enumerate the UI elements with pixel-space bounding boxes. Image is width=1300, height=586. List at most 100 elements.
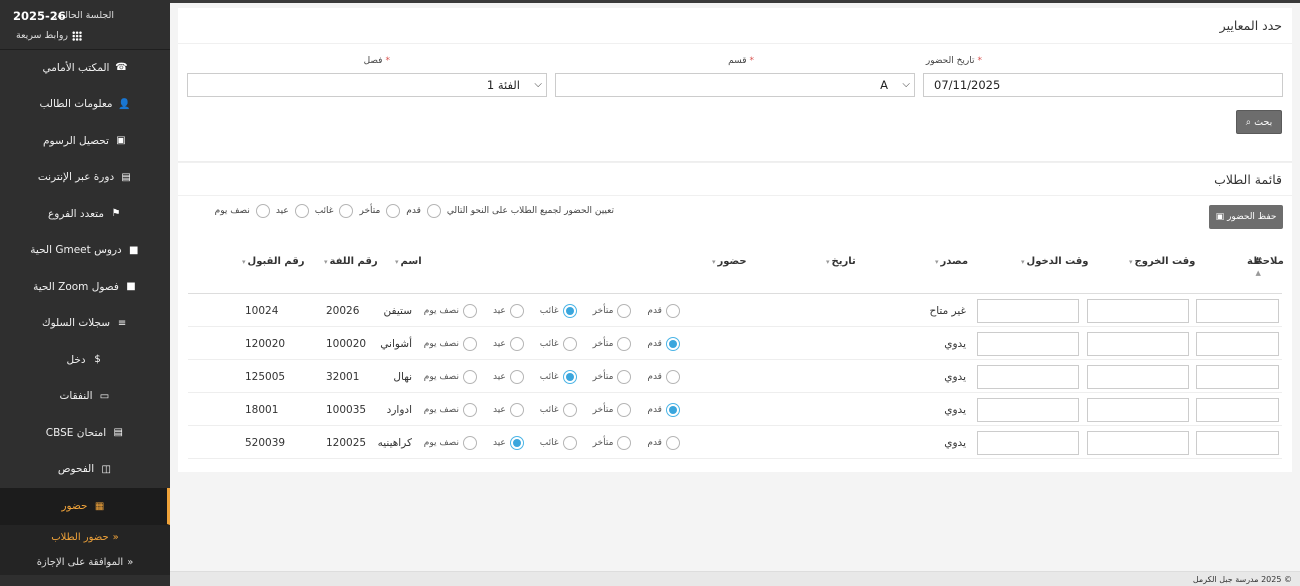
radio-present[interactable]: [666, 402, 680, 417]
option-label: عيد: [275, 206, 289, 216]
radio-late[interactable]: [617, 402, 632, 417]
date-value: 07/11/2025: [934, 78, 1001, 92]
radio-half-day[interactable]: [462, 303, 477, 318]
bulk-radio-absent[interactable]: [339, 204, 354, 218]
sidebar-item[interactable]: $ دخل: [0, 342, 170, 379]
session-year[interactable]: 2025-26: [13, 9, 66, 23]
sidebar-item[interactable]: ▤ امتحان CBSE: [0, 415, 170, 452]
header-roll[interactable]: رقم اللفة ▾: [324, 256, 378, 267]
bulk-label: تعيين الحضور لجميع الطلاب على النحو التا…: [446, 206, 614, 216]
student-name: كراهينيه: [377, 436, 412, 449]
sidebar-item[interactable]: 👤 معلومات الطالب: [0, 87, 170, 124]
note-input[interactable]: [1196, 299, 1279, 323]
header-attendance[interactable]: حضور ▾: [712, 256, 747, 267]
option-label: قدم: [406, 206, 421, 216]
sidebar-item[interactable]: ■ فصول Zoom الحية: [0, 269, 170, 306]
bulk-radio-holiday[interactable]: [294, 204, 309, 218]
sidebar-item[interactable]: ⚑ متعدد الفروع: [0, 196, 170, 233]
radio-half-day[interactable]: [462, 369, 477, 384]
sidebar: الجلسة الحالية: 2025-26 روابط سريعة ☎ الم…: [0, 0, 170, 586]
sitemap-icon: ⚑: [111, 208, 121, 220]
sort-icon: ▾: [242, 257, 246, 266]
header-exit-time[interactable]: وقت الخروج ▾: [1129, 256, 1195, 267]
radio-absent[interactable]: [562, 369, 577, 384]
radio-late[interactable]: [617, 303, 632, 318]
radio-absent[interactable]: [562, 336, 577, 351]
note-input[interactable]: [1196, 365, 1279, 389]
table-body: 11002420026ستيفنقدممتأخرغائبعيدنصف يومغي…: [188, 294, 1282, 459]
sidebar-item[interactable]: ◫ الفحوص: [0, 452, 170, 489]
header-entry-time[interactable]: وقت الدخول ▾: [1021, 256, 1088, 267]
submenu-item-label: حضور الطلاب: [51, 532, 109, 543]
exit-time-input[interactable]: [1087, 299, 1189, 323]
section-select[interactable]: ⌵ A: [555, 73, 915, 97]
radio-present[interactable]: [666, 369, 680, 384]
exit-time-input[interactable]: [1087, 398, 1189, 422]
radio-holiday[interactable]: [509, 336, 524, 351]
search-button[interactable]: بحث ⌕: [1236, 110, 1282, 134]
entry-time-input[interactable]: [977, 299, 1079, 323]
radio-late[interactable]: [617, 435, 632, 450]
radio-present[interactable]: [666, 336, 680, 351]
map-icon: ◫: [101, 463, 111, 475]
sidebar-item[interactable]: ▭ النفقات: [0, 379, 170, 416]
header-name[interactable]: اسم ▾: [395, 256, 422, 267]
sidebar-item[interactable]: ■ دروس Gmeet الحية: [0, 233, 170, 270]
option-label: قدم: [647, 437, 662, 448]
bulk-radio-half-day[interactable]: [255, 204, 270, 218]
note-input[interactable]: [1196, 431, 1279, 455]
radio-present[interactable]: [666, 303, 680, 318]
sort-icon: ▲: [1255, 269, 1261, 277]
radio-holiday[interactable]: [509, 435, 524, 450]
save-icon: ▣: [1215, 212, 1225, 222]
date-field[interactable]: 07/11/2025: [923, 73, 1283, 97]
class-select[interactable]: ⌵ الفئة 1: [187, 73, 547, 97]
sidebar-item[interactable]: ▤ دورة عبر الإنترنت: [0, 160, 170, 197]
quick-links[interactable]: روابط سريعة: [16, 30, 83, 41]
bulk-radio-present[interactable]: [426, 204, 441, 218]
option-label: قدم: [647, 305, 662, 316]
submenu-item-student-attendance[interactable]: « حضور الطلاب: [0, 525, 170, 550]
entry-time-input[interactable]: [977, 398, 1079, 422]
entry-time-input[interactable]: [977, 431, 1079, 455]
note-input[interactable]: [1196, 332, 1279, 356]
radio-late[interactable]: [617, 336, 632, 351]
radio-absent[interactable]: [562, 435, 577, 450]
sidebar-item[interactable]: ☎ المكتب الأمامي: [0, 50, 170, 87]
radio-half-day[interactable]: [462, 435, 477, 450]
radio-half-day[interactable]: [462, 336, 477, 351]
save-attendance-button[interactable]: حفظ الحضور ▣: [1209, 205, 1283, 229]
sidebar-item-attendance[interactable]: ▦ حضور: [0, 488, 170, 525]
exit-time-input[interactable]: [1087, 332, 1189, 356]
calendar-icon: ▦: [94, 500, 105, 512]
radio-late[interactable]: [617, 369, 632, 384]
radio-absent[interactable]: [562, 402, 577, 417]
radio-half-day[interactable]: [462, 402, 477, 417]
sidebar-item-label: متعدد الفروع: [48, 207, 104, 220]
attendance-options: قدم متأخر غائب عيد نصف يوم: [412, 327, 680, 360]
option-label: متأخر: [359, 206, 381, 216]
header-source[interactable]: مصدر ▾: [935, 256, 968, 267]
session-info: الجلسة الحالية: 2025-26 روابط سريعة: [0, 0, 170, 50]
sidebar-item-label: سجلات السلوك: [41, 317, 111, 330]
radio-holiday[interactable]: [509, 369, 524, 384]
radio-absent[interactable]: [562, 303, 577, 318]
entry-time-input[interactable]: [977, 332, 1079, 356]
entry-time-input[interactable]: [977, 365, 1079, 389]
note-input[interactable]: [1196, 398, 1279, 422]
sidebar-item[interactable]: ▣ تحصيل الرسوم: [0, 123, 170, 160]
bulk-radio-late[interactable]: [386, 204, 401, 218]
sidebar-item-label: دورة عبر الإنترنت: [37, 171, 115, 184]
header-date[interactable]: تاريخ ▾: [826, 256, 856, 267]
header-admission[interactable]: رقم القبول ▾: [242, 256, 305, 267]
exit-time-input[interactable]: [1087, 365, 1189, 389]
exit-time-input[interactable]: [1087, 431, 1189, 455]
sidebar-item[interactable]: ≡ سجلات السلوك: [0, 306, 170, 343]
radio-present[interactable]: [666, 435, 680, 450]
attendance-options: قدم متأخر غائب عيد نصف يوم: [412, 393, 680, 426]
submenu-item-leave-approval[interactable]: « الموافقة على الإجازة: [0, 550, 170, 575]
radio-holiday[interactable]: [509, 402, 524, 417]
credit-card-icon: ▭: [99, 390, 110, 402]
radio-holiday[interactable]: [509, 303, 524, 318]
admission-no: 18001: [245, 403, 279, 416]
